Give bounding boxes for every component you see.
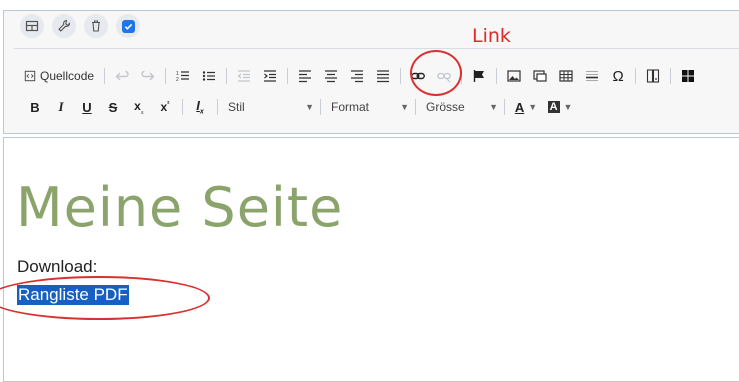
separator bbox=[217, 99, 218, 115]
subscript-button[interactable]: x₂ bbox=[128, 96, 150, 118]
separator bbox=[400, 68, 402, 84]
outdent-icon[interactable] bbox=[233, 65, 255, 87]
remove-format-button[interactable]: Ix bbox=[189, 96, 211, 118]
layout-icon[interactable] bbox=[20, 14, 44, 38]
chevron-down-icon: ▼ bbox=[400, 102, 409, 112]
source-icon bbox=[24, 70, 36, 82]
strikethrough-button[interactable]: S bbox=[102, 96, 124, 118]
table-icon[interactable] bbox=[555, 65, 577, 87]
annotation-link-label: Link bbox=[472, 25, 511, 47]
separator bbox=[415, 99, 416, 115]
page-break-icon[interactable] bbox=[642, 65, 664, 87]
indent-icon[interactable] bbox=[259, 65, 281, 87]
toolbar-row-2: B I U S x₂ x² Ix Stil ▼ Format ▼ Grösse … bbox=[24, 95, 579, 119]
separator bbox=[496, 68, 498, 84]
align-center-icon[interactable] bbox=[320, 65, 342, 87]
bullet-list-icon[interactable] bbox=[198, 65, 220, 87]
separator bbox=[670, 68, 672, 84]
editor-content-area[interactable] bbox=[3, 137, 739, 382]
source-button-label: Quellcode bbox=[40, 69, 95, 83]
horizontal-rule-icon[interactable] bbox=[581, 65, 603, 87]
svg-text:2: 2 bbox=[176, 77, 179, 83]
chevron-down-icon: ▼ bbox=[305, 102, 314, 112]
link-icon[interactable] bbox=[407, 65, 429, 87]
separator bbox=[461, 68, 463, 84]
header-icon-bar bbox=[20, 14, 140, 38]
italic-button[interactable]: I bbox=[50, 96, 72, 118]
chevron-down-icon: ▼ bbox=[528, 102, 538, 112]
source-button[interactable]: Quellcode bbox=[24, 69, 94, 83]
separator bbox=[226, 68, 228, 84]
align-left-icon[interactable] bbox=[294, 65, 316, 87]
undo-icon[interactable] bbox=[111, 65, 133, 87]
align-justify-icon[interactable] bbox=[372, 65, 394, 87]
text-color-icon: A bbox=[514, 99, 525, 115]
trash-icon[interactable] bbox=[84, 14, 108, 38]
image-icon[interactable] bbox=[503, 65, 525, 87]
chevron-down-icon: ▼ bbox=[563, 102, 573, 112]
anchor-flag-icon[interactable] bbox=[468, 65, 490, 87]
numbered-list-icon[interactable]: 12 bbox=[172, 65, 194, 87]
toolbar-row-1: Quellcode 12 Ω bbox=[24, 64, 703, 88]
separator bbox=[320, 99, 321, 115]
media-icon[interactable] bbox=[529, 65, 551, 87]
background-color-button[interactable]: A ▼ bbox=[545, 96, 575, 118]
bold-button[interactable]: B bbox=[24, 96, 46, 118]
style-select[interactable]: Stil ▼ bbox=[224, 96, 318, 118]
redo-icon[interactable] bbox=[137, 65, 159, 87]
style-select-label: Stil bbox=[228, 100, 245, 114]
checkbox-icon[interactable] bbox=[121, 19, 135, 33]
selected-link-text[interactable]: Rangliste PDF bbox=[17, 285, 129, 305]
special-char-omega-icon[interactable]: Ω bbox=[607, 65, 629, 87]
download-label: Download: bbox=[17, 257, 98, 276]
align-right-icon[interactable] bbox=[346, 65, 368, 87]
size-select[interactable]: Grösse ▼ bbox=[422, 96, 502, 118]
unlink-icon[interactable] bbox=[433, 65, 455, 87]
checkbox-toggle[interactable] bbox=[116, 14, 140, 38]
underline-button[interactable]: U bbox=[76, 96, 98, 118]
separator bbox=[182, 99, 183, 115]
size-select-label: Grösse bbox=[426, 100, 465, 114]
blocks-grid-icon[interactable] bbox=[677, 65, 699, 87]
wrench-icon[interactable] bbox=[52, 14, 76, 38]
toolbar-divider bbox=[14, 48, 739, 49]
chevron-down-icon: ▼ bbox=[489, 102, 498, 112]
format-select[interactable]: Format ▼ bbox=[327, 96, 413, 118]
separator bbox=[104, 68, 106, 84]
separator bbox=[287, 68, 289, 84]
separator bbox=[635, 68, 637, 84]
text-color-button[interactable]: A ▼ bbox=[511, 96, 541, 118]
superscript-button[interactable]: x² bbox=[154, 96, 176, 118]
separator bbox=[504, 99, 505, 115]
separator bbox=[165, 68, 167, 84]
background-color-icon: A bbox=[547, 101, 560, 113]
page-title: Meine Seite bbox=[16, 176, 344, 239]
format-select-label: Format bbox=[331, 100, 370, 114]
